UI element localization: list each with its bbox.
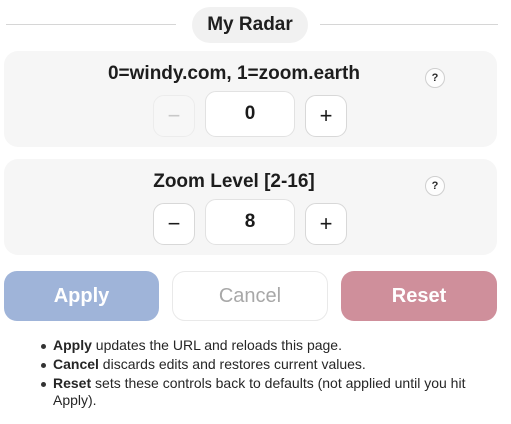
decrement-button[interactable]: −: [153, 95, 195, 137]
setting-card-radar-source: 0=windy.com, 1=zoom.earth ? − 0 +: [4, 51, 497, 147]
list-item: Apply updates the URL and reloads this p…: [38, 337, 504, 354]
increment-button[interactable]: +: [305, 95, 347, 137]
increment-button[interactable]: +: [305, 203, 347, 245]
header: My Radar: [0, 6, 511, 44]
header-divider-left: [6, 24, 176, 25]
note-term: Cancel: [53, 356, 99, 372]
list-item: Reset sets these controls back to defaul…: [38, 375, 504, 409]
bullet-icon: [41, 382, 46, 387]
help-icon[interactable]: ?: [425, 176, 445, 196]
header-divider-right: [320, 24, 498, 25]
value-field[interactable]: 8: [205, 199, 295, 245]
decrement-button[interactable]: −: [153, 203, 195, 245]
help-notes: Apply updates the URL and reloads this p…: [38, 337, 504, 411]
bullet-icon: [41, 363, 46, 368]
note-term: Apply: [53, 337, 92, 353]
list-item: Cancel discards edits and restores curre…: [38, 356, 504, 373]
setting-label: Zoom Level [2-16]: [153, 171, 315, 192]
apply-button[interactable]: Apply: [4, 271, 159, 321]
help-icon[interactable]: ?: [425, 68, 445, 88]
note-term: Reset: [53, 375, 92, 391]
note-text: updates the URL and reloads this page.: [91, 337, 342, 353]
value-field[interactable]: 0: [205, 91, 295, 137]
setting-label: 0=windy.com, 1=zoom.earth: [107, 63, 360, 84]
note-text: discards edits and restores current valu…: [98, 356, 366, 372]
note-text: sets these controls back to defaults (no…: [53, 375, 466, 408]
bullet-icon: [41, 344, 46, 349]
setting-card-zoom-level: Zoom Level [2-16] ? − 8 +: [4, 159, 497, 255]
page-title: My Radar: [192, 7, 308, 43]
cancel-button[interactable]: Cancel: [172, 271, 328, 321]
reset-button[interactable]: Reset: [341, 271, 497, 321]
